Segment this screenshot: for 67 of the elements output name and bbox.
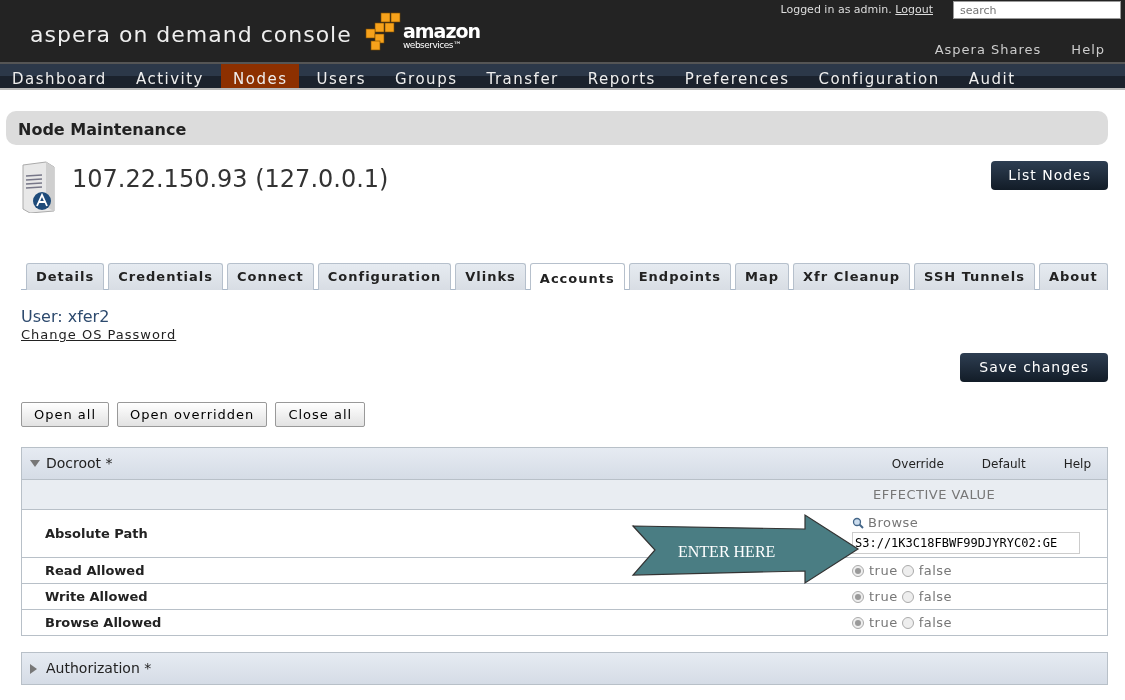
tab[interactable]: Configuration [317, 263, 452, 290]
tab[interactable]: About [1038, 263, 1108, 290]
user-label: User: xfer2 [21, 307, 111, 326]
nav-item[interactable]: Groups [383, 64, 470, 88]
setting-label: Browse Allowed [44, 613, 163, 632]
tab[interactable]: Endpoints [628, 263, 732, 290]
search-field[interactable]: search [953, 1, 1121, 19]
nav-item[interactable]: Preferences [672, 64, 802, 88]
tab[interactable]: Credentials [108, 263, 224, 290]
toolbar-button[interactable]: Open all [21, 401, 110, 428]
section-action[interactable]: Default [981, 454, 1026, 473]
tab[interactable]: SSH Tunnels [914, 263, 1035, 290]
tab[interactable]: Map [735, 263, 790, 290]
radio-label: true [869, 561, 898, 580]
callout-text: ENTER HERE [678, 542, 776, 562]
tab[interactable]: Xfr Cleanup [793, 263, 911, 290]
header-link[interactable]: Help [1071, 40, 1105, 60]
server-icon [20, 161, 56, 213]
search-icon[interactable] [852, 516, 864, 529]
page-title-bar: Node Maintenance [6, 111, 1108, 145]
nav-item[interactable]: Users [304, 64, 378, 88]
tab[interactable]: Connect [227, 263, 314, 290]
nav-item[interactable]: Transfer [474, 64, 571, 88]
radio-button[interactable] [852, 590, 864, 603]
logo-wordmark: amazon [403, 22, 481, 41]
radio-button[interactable] [852, 564, 864, 577]
path-field[interactable]: S3://1K3C18FBWF99DJYRYC02:GE [852, 532, 1080, 555]
setting-label: Write Allowed [44, 587, 149, 606]
tab[interactable]: Accounts [529, 263, 625, 290]
radio-label: false [918, 587, 953, 606]
nav-item[interactable]: Configuration [806, 64, 952, 88]
toolbar-button[interactable]: Close all [275, 401, 366, 428]
save-changes-button[interactable]: Save changes [960, 352, 1108, 382]
column-header: EFFECTIVE VALUE [873, 485, 996, 504]
cubes-logo-icon [365, 12, 401, 52]
radio-button[interactable] [852, 616, 864, 629]
radio-button[interactable] [901, 616, 914, 629]
logo-subtitle: webservices™ [403, 41, 463, 50]
radio-label: false [918, 561, 953, 580]
section-action[interactable]: Override [891, 454, 944, 473]
radio-label: false [918, 613, 953, 632]
node-title: 107.22.150.93 (127.0.0.1) [72, 164, 389, 195]
setting-label: Absolute Path [44, 524, 149, 543]
list-nodes-button[interactable]: List Nodes [991, 161, 1108, 190]
radio-label: true [869, 587, 898, 606]
nav-item[interactable]: Nodes [221, 64, 300, 88]
radio-button[interactable] [901, 564, 914, 577]
nav-item[interactable]: Reports [575, 64, 668, 88]
header-link[interactable]: Aspera Shares [934, 40, 1042, 60]
login-status: Logged in as admin. [780, 2, 893, 16]
logout-link[interactable]: Logout [895, 2, 933, 16]
browse-link[interactable]: Browse [868, 512, 919, 533]
tab[interactable]: Details [26, 263, 105, 290]
section-title[interactable]: Docroot * [46, 453, 862, 475]
radio-button[interactable] [901, 590, 914, 603]
app-title: aspera on demand console [30, 21, 352, 49]
section-action[interactable]: Help [1063, 454, 1091, 473]
tab[interactable]: Vlinks [455, 263, 526, 290]
toolbar-button[interactable]: Open overridden [117, 401, 268, 428]
nav-item[interactable]: Activity [123, 64, 216, 88]
setting-label: Read Allowed [44, 561, 146, 580]
expand-triangle-icon[interactable] [30, 663, 37, 674]
change-password-link[interactable]: Change OS Password [21, 327, 177, 343]
nav-item[interactable]: Audit [956, 64, 1028, 88]
collapse-triangle-icon[interactable] [30, 460, 40, 468]
radio-label: true [869, 613, 898, 632]
nav-item[interactable]: Dashboard [0, 64, 119, 88]
